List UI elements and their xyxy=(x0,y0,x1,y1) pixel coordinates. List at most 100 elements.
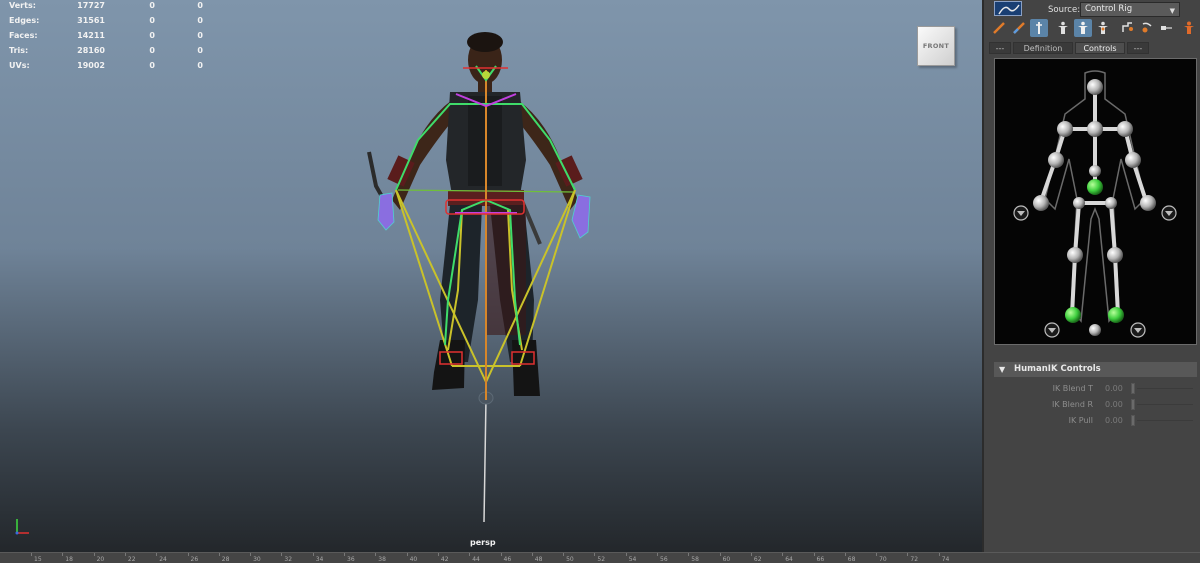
timeline-frame-label: 38 xyxy=(378,556,386,563)
timeline-tick xyxy=(124,553,126,556)
camera-label: persp xyxy=(470,538,496,547)
key-icon[interactable] xyxy=(1118,19,1136,37)
timeline-frame-label: 24 xyxy=(159,556,167,563)
timeline-tick xyxy=(813,553,815,556)
timeline-frame-label: 46 xyxy=(503,556,512,563)
timeline-tick xyxy=(750,553,752,556)
tab-more-right[interactable]: --- xyxy=(1127,42,1149,54)
hud-row-tris: Tris: 28160 0 0 xyxy=(9,46,209,61)
slider-value[interactable]: 0.00 xyxy=(1105,400,1123,409)
tab-controls[interactable]: Controls xyxy=(1075,42,1125,54)
slider-label: IK Blend T xyxy=(1052,384,1093,393)
slider-label: IK Pull xyxy=(1068,416,1093,425)
tab-more-left[interactable]: --- xyxy=(989,42,1011,54)
pencil-icon[interactable] xyxy=(1010,19,1028,37)
time-slider[interactable]: 15 18 20 22 24 26 28 30 32 34 36 38 40 42 44 46 48 50 52 54… xyxy=(0,552,1200,563)
timeline-frame-label: 64 xyxy=(785,556,793,563)
view-cube[interactable]: FRONT xyxy=(917,26,955,66)
hud-row-uvs: UVs: 19002 0 0 xyxy=(9,61,209,76)
timeline-tick xyxy=(250,553,252,556)
slider-track[interactable] xyxy=(1137,420,1193,421)
slider-track[interactable] xyxy=(1137,388,1193,389)
character-scene[interactable] xyxy=(0,0,982,552)
3d-viewport[interactable]: Verts: 17727 0 0 Edges: 31561 0 0 Faces:… xyxy=(0,0,982,552)
timeline-frame-label: 18 xyxy=(65,556,73,563)
humanik-controls-section[interactable]: ▼ HumanIK Controls xyxy=(994,362,1197,377)
timeline-frame-label: 72 xyxy=(910,556,919,563)
hud-value: 19002 xyxy=(77,61,105,70)
timeline-tick xyxy=(531,553,533,556)
timeline-tick xyxy=(907,553,909,556)
hud-value: 0 xyxy=(149,16,155,25)
slider-handle[interactable] xyxy=(1131,383,1135,394)
timeline-tick xyxy=(437,553,439,556)
key-icon[interactable] xyxy=(1138,19,1156,37)
character-controls-figure[interactable] xyxy=(994,58,1197,345)
timeline-tick xyxy=(406,553,408,556)
timeline-tick xyxy=(876,553,878,556)
arrow-icon[interactable] xyxy=(1158,19,1176,37)
slider-handle[interactable] xyxy=(1131,415,1135,426)
timeline-frame-label: 54 xyxy=(628,556,637,563)
hud-value: 28160 xyxy=(77,46,105,55)
source-label: Source: xyxy=(1048,5,1081,15)
ik-blend-t-slider[interactable]: IK Blend T 0.00 xyxy=(994,383,1197,395)
source-dropdown[interactable]: Control Rig ▼ xyxy=(1080,2,1180,17)
section-title: HumanIK Controls xyxy=(1014,364,1101,374)
humanik-logo-icon xyxy=(994,1,1022,16)
person-icon[interactable] xyxy=(1180,19,1198,37)
hud-value: 0 xyxy=(197,16,203,25)
timeline-tick xyxy=(218,553,220,556)
timeline-tick xyxy=(563,553,565,556)
hud-value: 14211 xyxy=(77,31,105,40)
timeline-tick xyxy=(312,553,314,556)
timeline-tick xyxy=(657,553,658,556)
slider-label: IK Blend R xyxy=(1051,400,1093,409)
timeline-tick xyxy=(62,553,64,556)
hud-value: 0 xyxy=(149,31,155,40)
timeline-frame-label: 28 xyxy=(221,556,230,563)
timeline-frame-label: 26 xyxy=(190,556,199,563)
ik-pull-slider[interactable]: IK Pull 0.00 xyxy=(994,415,1197,427)
timeline-frame-label: 50 xyxy=(566,556,574,563)
pencil-icon[interactable] xyxy=(990,19,1008,37)
skeleton-icon[interactable] xyxy=(1030,19,1048,37)
hud-value: 0 xyxy=(149,46,155,55)
hud-value: 0 xyxy=(197,31,203,40)
hud-label: Edges: xyxy=(9,16,40,25)
collapse-triangle-icon[interactable]: ▼ xyxy=(999,362,1005,377)
timeline-tick xyxy=(375,553,377,556)
figure-icon[interactable] xyxy=(1074,19,1092,37)
maya-app: Verts: 17727 0 0 Edges: 31561 0 0 Faces:… xyxy=(0,0,1200,563)
timeline-tick xyxy=(844,553,846,556)
slider-track[interactable] xyxy=(1137,404,1193,405)
timeline-tick xyxy=(31,553,32,556)
hud-row-verts: Verts: 17727 0 0 xyxy=(9,1,209,16)
timeline-frame-label: 32 xyxy=(284,556,293,563)
timeline-frame-label: 60 xyxy=(722,556,731,563)
slider-value[interactable]: 0.00 xyxy=(1105,384,1123,393)
timeline-tick xyxy=(187,553,189,556)
hud-value: 0 xyxy=(197,46,203,55)
timeline-frame-label: 70 xyxy=(879,556,887,563)
timeline-tick xyxy=(782,553,784,556)
slider-value[interactable]: 0.00 xyxy=(1105,416,1123,425)
axis-gizmo-icon xyxy=(15,519,29,535)
poly-count-hud: Verts: 17727 0 0 Edges: 31561 0 0 Faces:… xyxy=(9,1,209,76)
tab-definition[interactable]: Definition xyxy=(1013,42,1073,54)
slider-handle[interactable] xyxy=(1131,399,1135,410)
figure-icon[interactable] xyxy=(1094,19,1112,37)
timeline-frame-label: 22 xyxy=(127,556,136,563)
timeline-frame-label: 20 xyxy=(96,556,105,563)
timeline-tick xyxy=(594,553,596,556)
hud-value: 0 xyxy=(197,1,203,10)
timeline-frame-label: 36 xyxy=(347,556,355,563)
timeline-frame-label: 15 xyxy=(34,556,42,563)
hud-label: Verts: xyxy=(9,1,36,10)
ik-blend-r-slider[interactable]: IK Blend R 0.00 xyxy=(994,399,1197,411)
timeline-tick xyxy=(688,553,690,556)
timeline-tick xyxy=(281,553,283,556)
timeline-frame-label: 30 xyxy=(253,556,261,563)
figure-icon[interactable] xyxy=(1054,19,1072,37)
hud-row-faces: Faces: 14211 0 0 xyxy=(9,31,209,46)
